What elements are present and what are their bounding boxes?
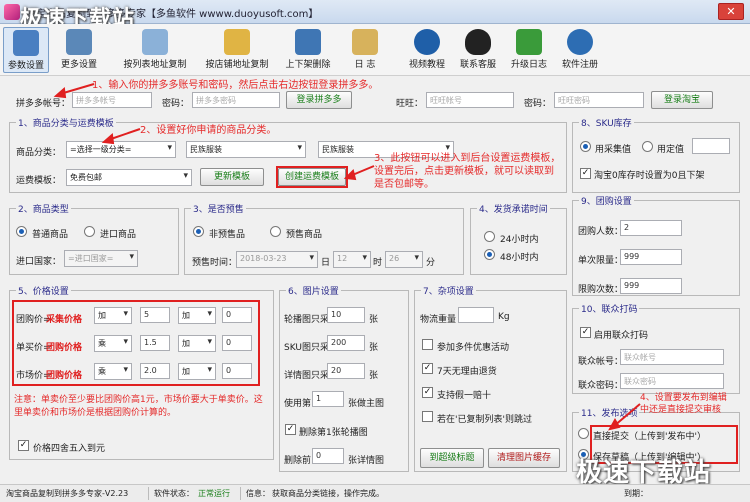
arrowhead-2: [101, 133, 115, 145]
arrowhead-3: [343, 169, 357, 181]
annotation-arrows: [53, 83, 641, 431]
status-info-label: 信息：: [246, 489, 270, 498]
status-state-label: 软件状态：: [154, 489, 194, 498]
status-separator: [148, 487, 149, 500]
status-info-value: 获取商品分类链接，操作完成。: [272, 489, 384, 498]
status-expiry-label: 到期：: [624, 489, 648, 498]
status-bar: 淘宝商品复制到拼多多专家-V2.23 软件状态： 正常运行 信息： 获取商品分类…: [0, 484, 750, 502]
status-app-version: 淘宝商品复制到拼多多专家-V2.23: [6, 489, 129, 498]
arrowhead-1: [53, 87, 67, 99]
status-state-value: 正常运行: [198, 489, 230, 498]
arrow-4: [613, 403, 641, 427]
arrowhead-4: [608, 417, 621, 431]
status-separator: [240, 487, 241, 500]
